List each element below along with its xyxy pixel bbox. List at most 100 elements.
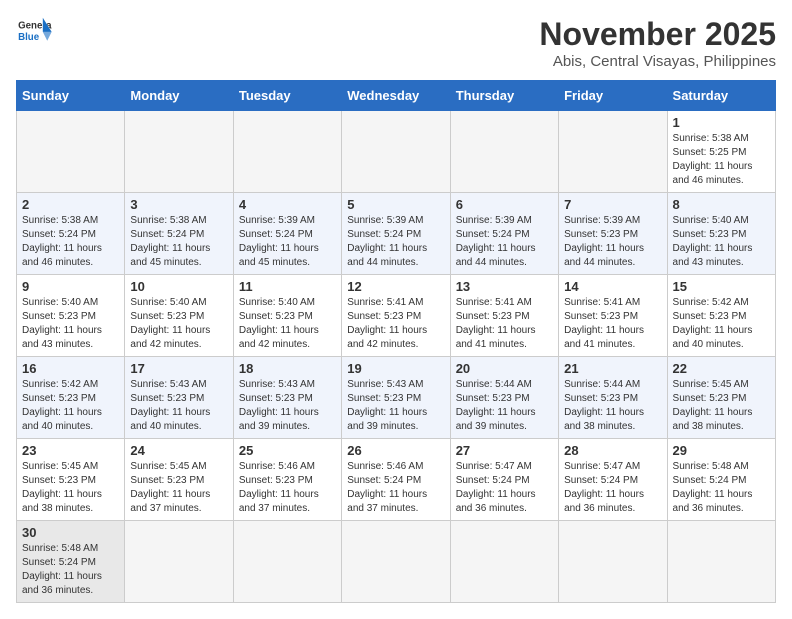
day-number: 25 [239,443,336,458]
day-info: Sunrise: 5:45 AM Sunset: 5:23 PM Dayligh… [22,460,119,516]
weekday-header-friday: Friday [559,81,667,111]
day-number: 2 [22,197,119,212]
day-number: 12 [347,279,444,294]
calendar-cell: 8 Sunrise: 5:40 AM Sunset: 5:23 PM Daylig… [667,193,775,275]
calendar-cell: 11 Sunrise: 5:40 AM Sunset: 5:23 PM Dayli… [233,275,341,357]
day-number: 6 [456,197,553,212]
calendar-cell: 3 Sunrise: 5:38 AM Sunset: 5:24 PM Daylig… [125,193,233,275]
day-info: Sunrise: 5:39 AM Sunset: 5:23 PM Dayligh… [564,214,661,270]
weekday-header-saturday: Saturday [667,81,775,111]
calendar-cell [233,111,341,193]
calendar-cell: 10Sunrise: 5:40 AM Sunset: 5:23 PM Dayli… [125,275,233,357]
calendar-cell [233,521,341,603]
calendar-cell: 13Sunrise: 5:41 AM Sunset: 5:23 PM Dayli… [450,275,558,357]
day-info: Sunrise: 5:45 AM Sunset: 5:23 PM Dayligh… [673,378,770,434]
calendar-cell: 2 Sunrise: 5:38 AM Sunset: 5:24 PM Daylig… [17,193,125,275]
day-number: 11 [239,279,336,294]
day-number: 1 [673,115,770,130]
page-header: General Blue November 2025 Abis, Central… [16,16,776,70]
day-info: Sunrise: 5:47 AM Sunset: 5:24 PM Dayligh… [564,460,661,516]
calendar-cell [342,111,450,193]
calendar-cell: 9 Sunrise: 5:40 AM Sunset: 5:23 PM Daylig… [17,275,125,357]
calendar-cell [667,521,775,603]
day-number: 15 [673,279,770,294]
calendar-cell: 21 Sunrise: 5:44 AM Sunset: 5:23 PM Dayli… [559,357,667,439]
day-number: 3 [130,197,227,212]
calendar-cell [342,521,450,603]
calendar-cell [17,111,125,193]
calendar-cell: 19 Sunrise: 5:43 AM Sunset: 5:23 PM Dayli… [342,357,450,439]
calendar-cell: 28 Sunrise: 5:47 AM Sunset: 5:24 PM Dayli… [559,439,667,521]
day-info: Sunrise: 5:42 AM Sunset: 5:23 PM Dayligh… [673,296,770,352]
day-number: 17 [130,361,227,376]
calendar-cell [450,111,558,193]
svg-text:Blue: Blue [18,32,40,43]
day-number: 7 [564,197,661,212]
day-info: Sunrise: 5:48 AM Sunset: 5:24 PM Dayligh… [22,542,119,598]
day-number: 27 [456,443,553,458]
day-number: 18 [239,361,336,376]
day-number: 9 [22,279,119,294]
calendar-week-row: 30Sunrise: 5:48 AM Sunset: 5:24 PM Dayli… [17,521,776,603]
day-info: Sunrise: 5:43 AM Sunset: 5:23 PM Dayligh… [130,378,227,434]
day-number: 13 [456,279,553,294]
day-info: Sunrise: 5:43 AM Sunset: 5:23 PM Dayligh… [347,378,444,434]
day-info: Sunrise: 5:40 AM Sunset: 5:23 PM Dayligh… [22,296,119,352]
calendar-cell: 30Sunrise: 5:48 AM Sunset: 5:24 PM Dayli… [17,521,125,603]
weekday-header-thursday: Thursday [450,81,558,111]
day-info: Sunrise: 5:41 AM Sunset: 5:23 PM Dayligh… [564,296,661,352]
day-info: Sunrise: 5:38 AM Sunset: 5:24 PM Dayligh… [22,214,119,270]
day-number: 20 [456,361,553,376]
day-number: 21 [564,361,661,376]
calendar-table: SundayMondayTuesdayWednesdayThursdayFrid… [16,80,776,603]
calendar-cell [559,521,667,603]
day-number: 14 [564,279,661,294]
calendar-cell: 23 Sunrise: 5:45 AM Sunset: 5:23 PM Dayli… [17,439,125,521]
calendar-week-row: 1Sunrise: 5:38 AM Sunset: 5:25 PM Daylig… [17,111,776,193]
day-number: 19 [347,361,444,376]
title-section: November 2025 Abis, Central Visayas, Phi… [539,16,776,70]
day-info: Sunrise: 5:43 AM Sunset: 5:23 PM Dayligh… [239,378,336,434]
weekday-header-monday: Monday [125,81,233,111]
day-info: Sunrise: 5:47 AM Sunset: 5:24 PM Dayligh… [456,460,553,516]
calendar-cell: 5Sunrise: 5:39 AM Sunset: 5:24 PM Daylig… [342,193,450,275]
day-info: Sunrise: 5:40 AM Sunset: 5:23 PM Dayligh… [130,296,227,352]
calendar-cell: 12 Sunrise: 5:41 AM Sunset: 5:23 PM Dayli… [342,275,450,357]
calendar-cell: 14 Sunrise: 5:41 AM Sunset: 5:23 PM Dayli… [559,275,667,357]
calendar-cell: 22Sunrise: 5:45 AM Sunset: 5:23 PM Dayli… [667,357,775,439]
day-info: Sunrise: 5:41 AM Sunset: 5:23 PM Dayligh… [347,296,444,352]
page-subtitle: Abis, Central Visayas, Philippines [539,53,776,70]
calendar-cell: 15 Sunrise: 5:42 AM Sunset: 5:23 PM Dayli… [667,275,775,357]
calendar-cell: 18 Sunrise: 5:43 AM Sunset: 5:23 PM Dayli… [233,357,341,439]
logo: General Blue [16,16,52,46]
day-info: Sunrise: 5:46 AM Sunset: 5:24 PM Dayligh… [347,460,444,516]
calendar-week-row: 2 Sunrise: 5:38 AM Sunset: 5:24 PM Daylig… [17,193,776,275]
day-number: 24 [130,443,227,458]
calendar-cell: 25 Sunrise: 5:46 AM Sunset: 5:23 PM Dayli… [233,439,341,521]
day-info: Sunrise: 5:48 AM Sunset: 5:24 PM Dayligh… [673,460,770,516]
day-info: Sunrise: 5:44 AM Sunset: 5:23 PM Dayligh… [564,378,661,434]
day-info: Sunrise: 5:40 AM Sunset: 5:23 PM Dayligh… [239,296,336,352]
day-info: Sunrise: 5:38 AM Sunset: 5:24 PM Dayligh… [130,214,227,270]
day-number: 16 [22,361,119,376]
calendar-cell: 16Sunrise: 5:42 AM Sunset: 5:23 PM Dayli… [17,357,125,439]
calendar-cell: 26Sunrise: 5:46 AM Sunset: 5:24 PM Dayli… [342,439,450,521]
day-number: 29 [673,443,770,458]
day-info: Sunrise: 5:39 AM Sunset: 5:24 PM Dayligh… [347,214,444,270]
day-info: Sunrise: 5:40 AM Sunset: 5:23 PM Dayligh… [673,214,770,270]
day-info: Sunrise: 5:46 AM Sunset: 5:23 PM Dayligh… [239,460,336,516]
calendar-week-row: 9 Sunrise: 5:40 AM Sunset: 5:23 PM Daylig… [17,275,776,357]
calendar-cell: 7 Sunrise: 5:39 AM Sunset: 5:23 PM Daylig… [559,193,667,275]
calendar-cell: 17 Sunrise: 5:43 AM Sunset: 5:23 PM Dayli… [125,357,233,439]
day-number: 23 [22,443,119,458]
day-number: 8 [673,197,770,212]
weekday-header-sunday: Sunday [17,81,125,111]
calendar-cell: 20Sunrise: 5:44 AM Sunset: 5:23 PM Dayli… [450,357,558,439]
calendar-cell [450,521,558,603]
weekday-header-tuesday: Tuesday [233,81,341,111]
calendar-cell [125,521,233,603]
logo-icon: General Blue [16,16,52,46]
day-info: Sunrise: 5:39 AM Sunset: 5:24 PM Dayligh… [239,214,336,270]
calendar-cell [125,111,233,193]
day-number: 28 [564,443,661,458]
